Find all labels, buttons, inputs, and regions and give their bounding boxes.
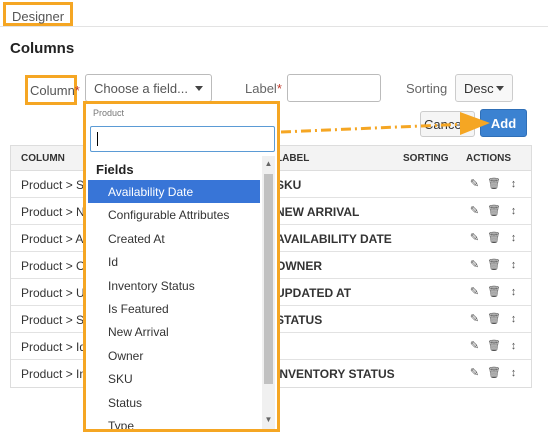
row-column-cell: Product > Id: [21, 340, 87, 354]
label-label: Label*: [245, 81, 282, 96]
sort-handle-icon[interactable]: ↕: [507, 339, 520, 353]
cancel-button[interactable]: Cancel: [420, 111, 475, 137]
designer-tab[interactable]: Designer: [3, 2, 74, 26]
dropdown-item[interactable]: Created At: [88, 227, 260, 250]
row-label-cell: UPDATED AT: [276, 286, 352, 300]
dropdown-item[interactable]: Availability Date: [88, 180, 260, 204]
sorting-label: Sorting: [406, 81, 448, 96]
header-sorting: SORTING: [403, 153, 449, 164]
scroll-up-icon[interactable]: ▲: [264, 159, 273, 169]
sort-handle-icon[interactable]: ↕: [507, 285, 520, 299]
trash-icon[interactable]: 🗑: [487, 258, 501, 272]
top-bar: [0, 0, 548, 27]
sort-handle-icon[interactable]: ↕: [507, 312, 520, 326]
dropdown-item[interactable]: Type: [88, 414, 260, 429]
edit-icon[interactable]: ✎: [468, 312, 481, 326]
chevron-down-icon: [496, 86, 504, 91]
trash-icon[interactable]: 🗑: [487, 339, 501, 353]
edit-icon[interactable]: ✎: [468, 258, 481, 272]
dropdown-item[interactable]: Status: [88, 391, 260, 414]
column-field-placeholder: Choose a field...: [94, 81, 188, 96]
sort-handle-icon[interactable]: ↕: [507, 366, 520, 380]
edit-icon[interactable]: ✎: [468, 285, 481, 299]
trash-icon[interactable]: 🗑: [487, 177, 501, 191]
sort-handle-icon[interactable]: ↕: [507, 258, 520, 272]
trash-icon[interactable]: 🗑: [487, 285, 501, 299]
sorting-select[interactable]: Desc: [455, 74, 513, 102]
required-mark: *: [276, 81, 282, 96]
dropdown-group-label: Fields: [96, 162, 134, 177]
column-label-text: Column: [30, 83, 75, 98]
dropdown-scrollbar[interactable]: ▲ ▼: [262, 156, 275, 429]
trash-icon[interactable]: 🗑: [487, 366, 501, 380]
dropdown-list: Fields Availability Date Configurable Att…: [88, 156, 260, 429]
section-heading: Columns: [10, 40, 75, 57]
row-label-cell: AVAILABILITY DATE: [276, 232, 392, 246]
edit-icon[interactable]: ✎: [468, 231, 481, 245]
row-label-cell: NEW ARRIVAL: [276, 205, 360, 219]
row-label-cell: STATUS: [276, 313, 323, 327]
dropdown-item[interactable]: Configurable Attributes: [88, 203, 260, 226]
edit-icon[interactable]: ✎: [468, 177, 481, 191]
sort-handle-icon[interactable]: ↕: [507, 231, 520, 245]
dropdown-search-input[interactable]: [90, 126, 275, 152]
column-label: Column*: [25, 75, 80, 105]
field-dropdown: Product Fields Availability Date Configur…: [83, 101, 280, 432]
dropdown-item[interactable]: New Arrival: [88, 320, 260, 343]
scroll-thumb[interactable]: [264, 174, 273, 384]
trash-icon[interactable]: 🗑: [487, 231, 501, 245]
dropdown-item[interactable]: Inventory Status: [88, 274, 260, 297]
dropdown-item[interactable]: SKU: [88, 367, 260, 390]
required-mark: *: [74, 83, 80, 98]
dropdown-item[interactable]: Owner: [88, 344, 260, 367]
row-label-cell: OWNER: [276, 259, 322, 273]
label-input[interactable]: [287, 74, 381, 102]
edit-icon[interactable]: ✎: [468, 204, 481, 218]
dropdown-items: Availability Date Configurable Attributes…: [88, 180, 260, 429]
text-cursor: [97, 132, 98, 146]
trash-icon[interactable]: 🗑: [487, 312, 501, 326]
header-column: COLUMN: [21, 153, 65, 164]
edit-icon[interactable]: ✎: [468, 339, 481, 353]
header-label: LABEL: [276, 153, 310, 164]
label-label-text: Label: [245, 81, 277, 96]
header-actions: ACTIONS: [466, 153, 511, 164]
sort-handle-icon[interactable]: ↕: [507, 177, 520, 191]
add-button[interactable]: Add: [480, 109, 527, 137]
column-field-select[interactable]: Choose a field...: [85, 74, 212, 102]
scroll-down-icon[interactable]: ▼: [264, 415, 273, 425]
sort-handle-icon[interactable]: ↕: [507, 204, 520, 218]
sorting-value: Desc: [464, 81, 494, 96]
edit-icon[interactable]: ✎: [468, 366, 481, 380]
row-label-cell: INVENTORY STATUS: [276, 367, 395, 381]
dropdown-item[interactable]: Id: [88, 250, 260, 273]
trash-icon[interactable]: 🗑: [487, 204, 501, 218]
dropdown-header: Product: [93, 108, 125, 118]
chevron-down-icon: [195, 86, 203, 91]
dropdown-item[interactable]: Is Featured: [88, 297, 260, 320]
